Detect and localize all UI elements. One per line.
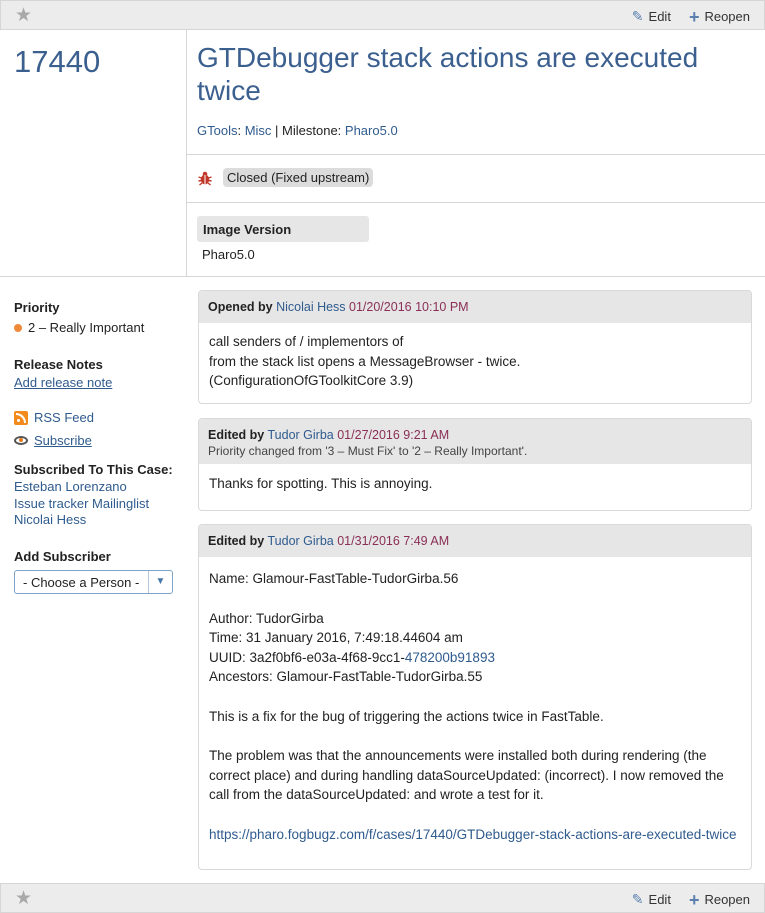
- case-meta: GTools: Misc | Milestone: Pharo5.0: [197, 123, 398, 138]
- toolbar-actions: ✎ Edit + Reopen: [632, 889, 750, 910]
- event-action: Opened by: [208, 300, 273, 314]
- image-version-value: Pharo5.0: [202, 247, 255, 262]
- uuid-link[interactable]: 478200b91893: [405, 650, 495, 665]
- release-notes-heading: Release Notes: [14, 357, 103, 372]
- case-title: GTDebugger stack actions are executed tw…: [197, 42, 699, 106]
- event-author-link[interactable]: Tudor Girba: [268, 428, 334, 442]
- case-event: Edited by Tudor Girba 01/27/2016 9:21 AM…: [198, 418, 752, 511]
- subscribed-heading: Subscribed To This Case:: [14, 462, 173, 477]
- top-toolbar: ★ ✎ Edit + Reopen: [0, 0, 765, 30]
- case-header: 17440 GTDebugger stack actions are execu…: [0, 30, 765, 277]
- choose-person-select[interactable]: - Choose a Person - ▼: [14, 569, 173, 594]
- status-row: Closed (Fixed upstream): [197, 168, 374, 187]
- add-subscriber-heading: Add Subscriber: [14, 548, 111, 564]
- milestone-link[interactable]: Pharo5.0: [345, 123, 398, 138]
- edit-button[interactable]: ✎ Edit: [632, 8, 671, 25]
- event-date: 01/31/2016 7:49 AM: [337, 534, 450, 548]
- case-number: 17440: [14, 44, 101, 79]
- rss-feed-row[interactable]: RSS Feed: [14, 410, 186, 425]
- event-line: call senders of / implementors of: [209, 334, 404, 349]
- status-badge: Closed (Fixed upstream): [223, 168, 374, 187]
- rss-feed-link[interactable]: RSS Feed: [34, 410, 94, 425]
- subscriber-link[interactable]: Esteban Lorenzano: [14, 479, 127, 494]
- milestone-label: Milestone:: [282, 123, 342, 138]
- subscriber-link[interactable]: Nicolai Hess: [14, 512, 86, 527]
- event-header: Opened by Nicolai Hess 01/20/2016 10:10 …: [199, 291, 751, 323]
- eye-icon: [14, 436, 28, 445]
- subscribe-link[interactable]: Subscribe: [34, 433, 92, 448]
- event-line: from the stack list opens a MessageBrows…: [209, 353, 521, 369]
- pencil-icon: ✎: [631, 891, 644, 907]
- reopen-label: Reopen: [704, 892, 750, 907]
- pencil-icon: ✎: [631, 8, 644, 24]
- project-link[interactable]: GTools: [197, 123, 237, 138]
- event-line: Ancestors: Glamour-FastTable-TudorGirba.…: [209, 669, 483, 684]
- event-body: Thanks for spotting. This is annoying.: [199, 464, 751, 504]
- event-date: 01/20/2016 10:10 PM: [349, 300, 469, 314]
- event-line: (ConfigurationOfGToolkitCore 3.9): [209, 373, 414, 388]
- chevron-down-icon[interactable]: ▼: [148, 570, 172, 593]
- edit-label: Edit: [648, 892, 671, 907]
- case-event: Edited by Tudor Girba 01/31/2016 7:49 AM…: [198, 524, 752, 870]
- star-icon[interactable]: ★: [15, 889, 32, 908]
- header-divider: [187, 154, 765, 155]
- event-body: call senders of / implementors of from t…: [199, 323, 751, 401]
- subscriber-link[interactable]: Issue tracker Mailinglist: [14, 496, 149, 511]
- event-body: Name: Glamour-FastTable-TudorGirba.56 Au…: [199, 557, 751, 854]
- event-line: This is a fix for the bug of triggering …: [209, 708, 604, 724]
- event-action: Edited by: [208, 534, 265, 548]
- event-line: Name: Glamour-FastTable-TudorGirba.56: [209, 571, 459, 586]
- header-divider: [187, 202, 765, 203]
- bug-icon: [198, 171, 212, 186]
- area-link[interactable]: Misc: [245, 123, 272, 138]
- priority-value[interactable]: 2 – Really Important: [14, 320, 186, 335]
- plus-icon: +: [688, 6, 700, 27]
- event-header: Edited by Tudor Girba 01/31/2016 7:49 AM: [199, 525, 751, 557]
- reopen-button[interactable]: + Reopen: [688, 6, 750, 27]
- vertical-divider: [186, 30, 187, 276]
- event-author-link[interactable]: Tudor Girba: [268, 534, 334, 548]
- event-line: The problem was that the announcements w…: [209, 748, 724, 802]
- plus-icon: +: [688, 889, 700, 910]
- edit-button[interactable]: ✎ Edit: [632, 891, 671, 908]
- subscribe-row[interactable]: Subscribe: [14, 433, 186, 448]
- event-line: Time: 31 January 2016, 7:49:18.44604 am: [209, 630, 463, 645]
- event-header: Edited by Tudor Girba 01/27/2016 9:21 AM…: [199, 419, 751, 464]
- event-date: 01/27/2016 9:21 AM: [337, 428, 450, 442]
- event-line: UUID: 3a2f0bf6-e03a-4f68-9cc1-478200b918…: [209, 649, 495, 665]
- event-line: Author: TudorGirba: [209, 610, 324, 626]
- priority-text: 2 – Really Important: [28, 320, 145, 335]
- sidebar: Priority 2 – Really Important Release No…: [14, 300, 186, 594]
- event-action: Edited by: [208, 428, 265, 442]
- edit-label: Edit: [648, 9, 671, 24]
- add-release-note-link[interactable]: Add release note: [14, 375, 112, 390]
- star-icon[interactable]: ★: [15, 6, 32, 25]
- subscriber-list: Esteban Lorenzano Issue tracker Mailingl…: [14, 479, 186, 529]
- reopen-button[interactable]: + Reopen: [688, 889, 750, 910]
- rss-icon: [14, 410, 28, 425]
- priority-heading: Priority: [14, 300, 60, 315]
- toolbar-actions: ✎ Edit + Reopen: [632, 6, 750, 27]
- image-version-label: Image Version: [197, 216, 369, 242]
- event-change: Priority changed from '3 – Must Fix' to …: [208, 444, 528, 458]
- event-block: Author: TudorGirba Time: 31 January 2016…: [209, 609, 741, 687]
- event-author-link[interactable]: Nicolai Hess: [276, 300, 345, 314]
- priority-dot-icon: [14, 323, 22, 332]
- reopen-label: Reopen: [704, 9, 750, 24]
- bottom-toolbar: ★ ✎ Edit + Reopen: [0, 883, 765, 913]
- case-url-link[interactable]: https://pharo.fogbugz.com/f/cases/17440/…: [209, 827, 737, 842]
- choose-person-value: - Choose a Person -: [23, 574, 140, 590]
- case-event: Opened by Nicolai Hess 01/20/2016 10:10 …: [198, 290, 752, 404]
- event-line: Thanks for spotting. This is annoying.: [209, 476, 433, 491]
